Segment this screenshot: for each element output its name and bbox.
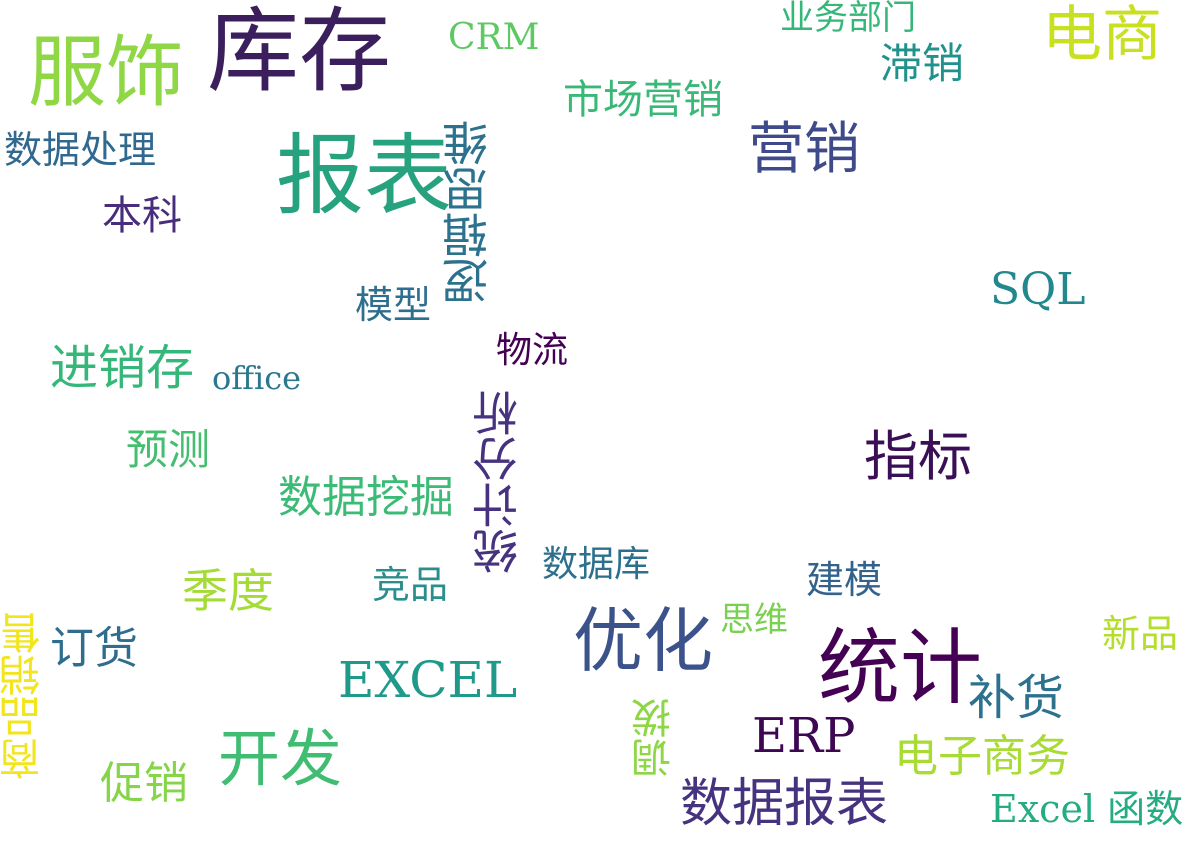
word-zhixiao: 滞销 <box>880 39 965 88</box>
word-dinghuo: 订货 <box>50 623 138 674</box>
word-excel-upper: EXCEL <box>338 651 518 709</box>
word-youhua: 优化 <box>573 600 713 682</box>
word-jingpin: 竞品 <box>372 563 449 607</box>
word-shichangyingxiao: 市场营销 <box>563 77 723 123</box>
word-siwei: 思维 <box>720 600 788 640</box>
word-tongjifenxi: 统计分析 <box>471 390 525 574</box>
word-yingxiao: 营销 <box>748 117 860 182</box>
word-fushi: 服饰 <box>28 28 185 118</box>
word-crm: CRM <box>448 17 540 58</box>
word-moxing: 模型 <box>355 283 432 327</box>
word-buhuo: 补货 <box>968 670 1065 726</box>
word-luojisiwei: 逻辑思维 <box>441 120 495 304</box>
word-benke: 本科 <box>102 193 182 239</box>
word-excel-hanshu: Excel 函数 <box>990 787 1184 831</box>
word-dianshang: 电商 <box>1042 0 1162 70</box>
word-jianmo: 建模 <box>806 558 883 602</box>
word-yewubumen: 业务部门 <box>780 0 916 38</box>
word-shujuku: 数据库 <box>542 544 651 585</box>
word-shangpinxiaoshou: 商品销售 <box>0 612 47 780</box>
word-zhibiao: 指标 <box>864 425 972 488</box>
word-baobiao: 报表 <box>276 124 453 227</box>
word-tongji: 统计 <box>818 621 983 716</box>
word-dianzishangwu: 电子商务 <box>894 731 1070 782</box>
word-cuxiao: 促销 <box>100 758 188 809</box>
word-cloud: 库存 服饰 CRM 业务部门 电商 滞销 市场营销 营销 数据处理 报表 本科 … <box>0 0 1200 845</box>
word-diaobo: 调拨 <box>632 698 678 778</box>
word-erp: ERP <box>752 708 856 764</box>
word-yuce: 预测 <box>126 425 211 474</box>
word-kucun: 库存 <box>207 0 392 105</box>
word-shujuchuli: 数据处理 <box>4 128 157 172</box>
word-sql: SQL <box>990 264 1086 315</box>
word-jinxiaocun: 进销存 <box>50 340 195 396</box>
word-kaifa: 开发 <box>218 722 343 795</box>
word-office: office <box>212 359 302 397</box>
word-jidu: 季度 <box>182 564 274 618</box>
word-wuliu: 物流 <box>496 330 569 371</box>
word-shujubaobiao: 数据报表 <box>680 774 889 834</box>
word-xinpin: 新品 <box>1102 612 1179 656</box>
word-shujuwajue: 数据挖掘 <box>278 472 454 523</box>
